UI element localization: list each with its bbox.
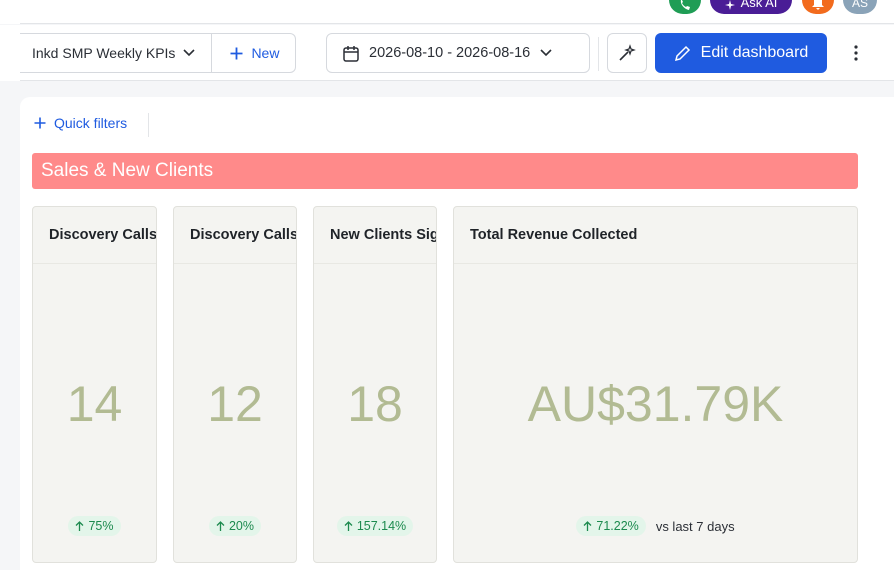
plus-icon: [34, 117, 46, 129]
quick-filters-button[interactable]: Quick filters: [34, 115, 127, 131]
bell-icon: [812, 0, 824, 10]
kpi-card-value: AU$31.79K: [527, 376, 784, 432]
arrow-up-icon: [76, 520, 84, 531]
edit-dashboard-label: Edit dashboard: [700, 44, 809, 61]
arrow-up-icon: [216, 520, 225, 531]
kpi-card-change: 71.22% vs last 7 days: [454, 516, 857, 536]
ai-magic-button[interactable]: [607, 33, 647, 73]
kpi-card-change: 20%: [174, 516, 296, 536]
kpi-card-title: Discovery Calls Booked: [33, 207, 156, 264]
quick-filters-divider: [148, 113, 149, 137]
sparkle-icon: [724, 0, 735, 10]
phone-button[interactable]: [669, 0, 701, 14]
kpi-card[interactable]: Discovery Calls Booked 14 75%: [32, 206, 157, 563]
dashboard-selector[interactable]: Inkd SMP Weekly KPIs: [20, 34, 213, 72]
change-badge: 75%: [68, 516, 121, 536]
change-value: 71.22%: [596, 519, 639, 533]
change-badge: 71.22%: [576, 516, 646, 536]
chevron-down-icon: [183, 49, 196, 57]
arrow-up-icon: [583, 520, 592, 531]
change-value: 20%: [228, 519, 255, 533]
quick-filters-label: Quick filters: [54, 115, 128, 131]
phone-icon: [680, 0, 690, 10]
dashboard-canvas: Quick filters Sales & New Clients Discov…: [20, 97, 894, 570]
notifications-button[interactable]: [802, 0, 834, 14]
edit-dashboard-button[interactable]: Edit dashboard: [655, 33, 827, 73]
pencil-icon: [674, 45, 690, 61]
change-value: 157.14%: [356, 519, 407, 533]
date-range-picker[interactable]: 2026-08-10 - 2026-08-16: [326, 33, 590, 73]
change-value: 75%: [88, 519, 114, 533]
plus-icon: [230, 47, 243, 59]
kpi-card-title: Total Revenue Collected: [454, 207, 857, 264]
kpi-card[interactable]: Discovery Calls Held 12 20%: [173, 206, 297, 563]
more-options-button[interactable]: [846, 33, 866, 73]
ask-ai-label: Ask AI: [740, 0, 778, 10]
toolbar-divider-bottom: [20, 80, 894, 81]
kpi-card-change: 75%: [33, 516, 156, 536]
avatar[interactable]: AS: [843, 0, 877, 14]
section-title: Sales & New Clients: [41, 160, 214, 181]
new-dashboard-button[interactable]: New: [212, 34, 295, 72]
section-header: Sales & New Clients: [32, 153, 858, 189]
kpi-card[interactable]: New Clients Signed 18 157.14%: [313, 206, 437, 563]
kpi-card-value: 14: [66, 376, 123, 432]
kpi-card-change: 157.14%: [314, 516, 436, 536]
dashboard-toolbar: Inkd SMP Weekly KPIs New 2026-08-10 - 20…: [0, 25, 894, 81]
magic-wand-icon: [619, 44, 636, 61]
kpi-card-value: 12: [207, 376, 263, 432]
date-range-text: 2026-08-10 - 2026-08-16: [369, 45, 531, 61]
kpi-card-value: 18: [347, 376, 403, 432]
arrow-up-icon: [344, 520, 353, 531]
change-badge: 20%: [208, 516, 262, 536]
avatar-initials: AS: [851, 0, 868, 10]
kpi-card-title: New Clients Signed: [314, 207, 436, 264]
comparison-label: vs last 7 days: [655, 518, 735, 534]
dashboard-name: Inkd SMP Weekly KPIs: [32, 45, 176, 61]
calendar-icon: [343, 45, 359, 62]
header-divider: [20, 23, 894, 24]
ask-ai-button[interactable]: Ask AI: [710, 0, 792, 14]
dashboard-button-group: Inkd SMP Weekly KPIs New: [20, 33, 297, 73]
toolbar-divider: [598, 37, 599, 71]
chevron-down-icon: [540, 49, 552, 57]
kpi-card[interactable]: Total Revenue Collected AU$31.79K 71.22%…: [453, 206, 858, 563]
change-badge: 157.14%: [336, 516, 414, 536]
top-header: Ask AI AS: [0, 0, 894, 24]
kpi-card-title: Discovery Calls Held: [174, 207, 296, 264]
new-button-label: New: [251, 45, 280, 61]
more-vertical-icon: [854, 45, 858, 61]
